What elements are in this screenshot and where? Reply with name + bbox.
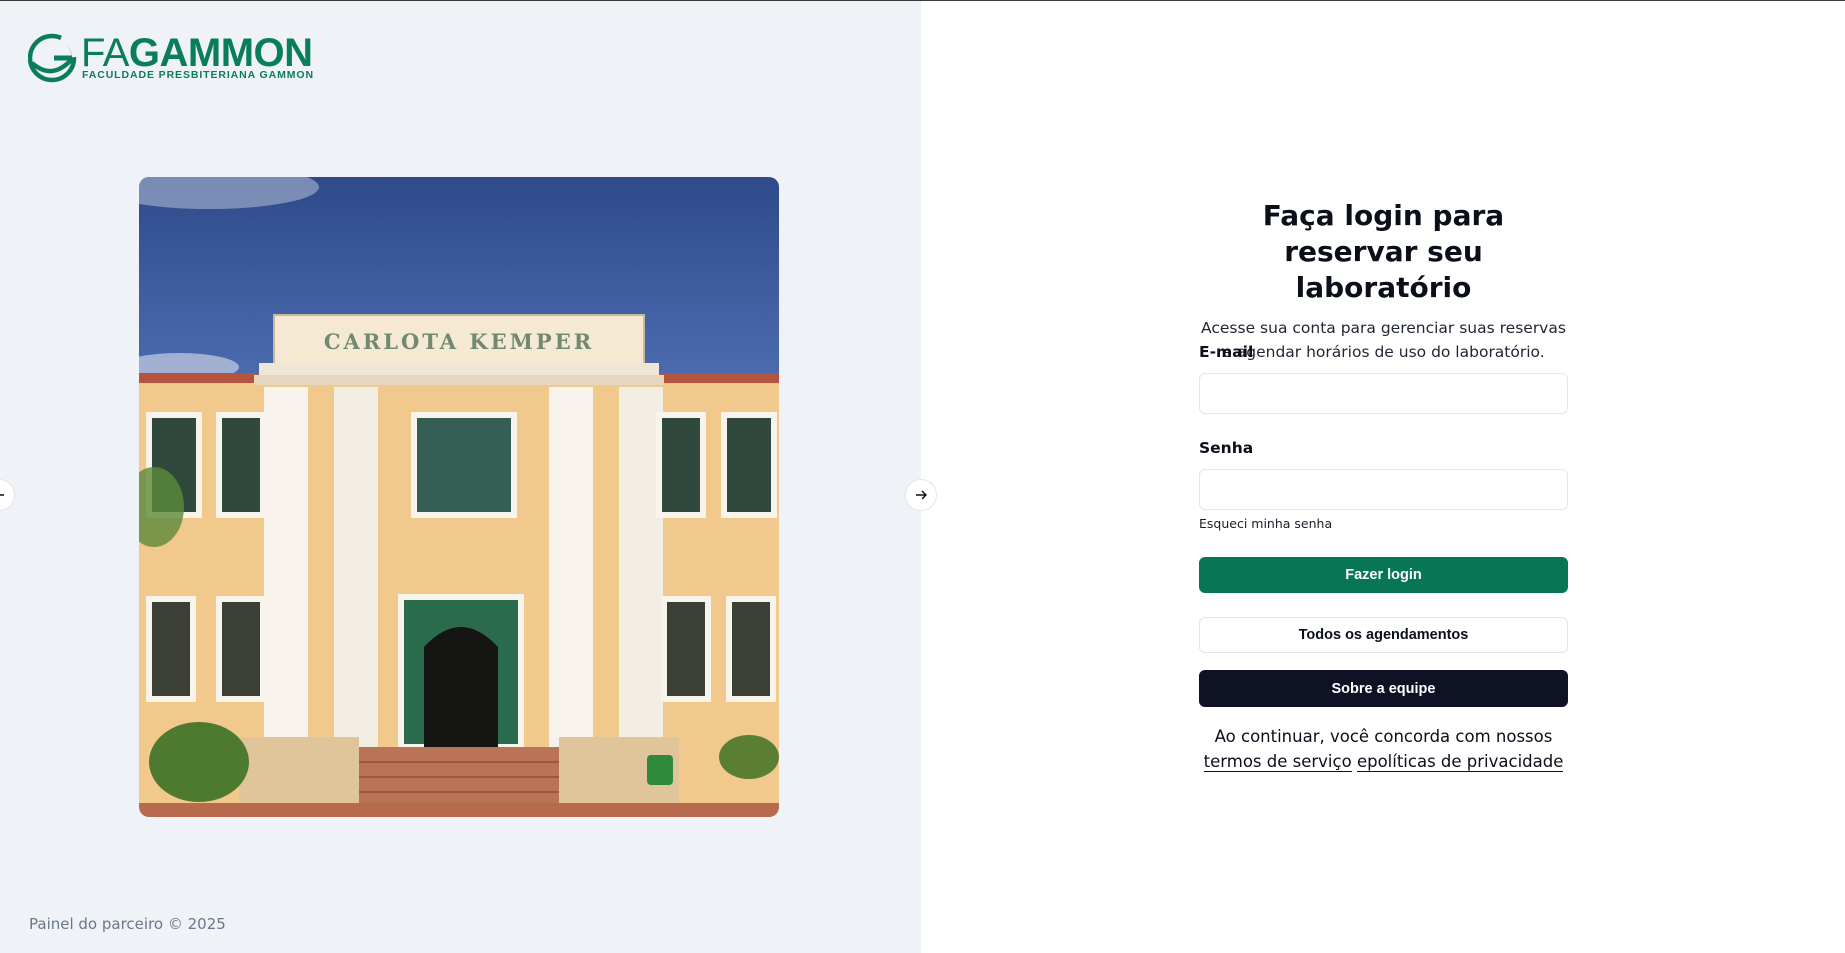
arrow-left-icon [0,494,4,496]
carousel-next-button[interactable] [905,479,937,511]
email-label: E-mail [1199,343,1254,361]
email-field[interactable] [1199,373,1568,414]
privacy-policy-link[interactable]: epolíticas de privacidade [1356,752,1564,772]
terms-notice: Ao continuar, você concorda com nossos t… [1199,724,1568,774]
building-sign-text: CARLOTA KEMPER [324,329,594,354]
building-photo: CARLOTA KEMPER [139,177,779,817]
carousel-image: CARLOTA KEMPER [139,177,779,817]
login-form: Faça login para reservar seu laboratório… [1199,198,1568,772]
hero-panel: FAGAMMON FACULDADE PRESBITERIANA GAMMON … [0,1,921,953]
terms-of-service-link[interactable]: termos de serviço [1203,752,1352,772]
terms-prefix: Ao continuar, você concorda com nossos [1214,727,1553,746]
arrow-right-icon [916,490,927,500]
all-schedules-button[interactable]: Todos os agendamentos [1199,617,1568,653]
fagammon-logo: FAGAMMON FACULDADE PRESBITERIANA GAMMON [28,31,328,83]
g-logo-icon [28,33,78,83]
login-title: Faça login para reservar seu laboratório [1262,199,1505,304]
forgot-password-link[interactable]: Esqueci minha senha [1199,516,1332,531]
brand-tagline: FACULDADE PRESBITERIANA GAMMON [82,69,314,81]
about-team-button[interactable]: Sobre a equipe [1199,670,1568,707]
password-field[interactable] [1199,469,1568,510]
password-label: Senha [1199,439,1254,457]
footer-copyright: Painel do parceiro © 2025 [29,915,226,933]
login-subtitle: Acesse sua conta para gerenciar suas res… [1201,319,1566,361]
login-button[interactable]: Fazer login [1199,557,1568,593]
